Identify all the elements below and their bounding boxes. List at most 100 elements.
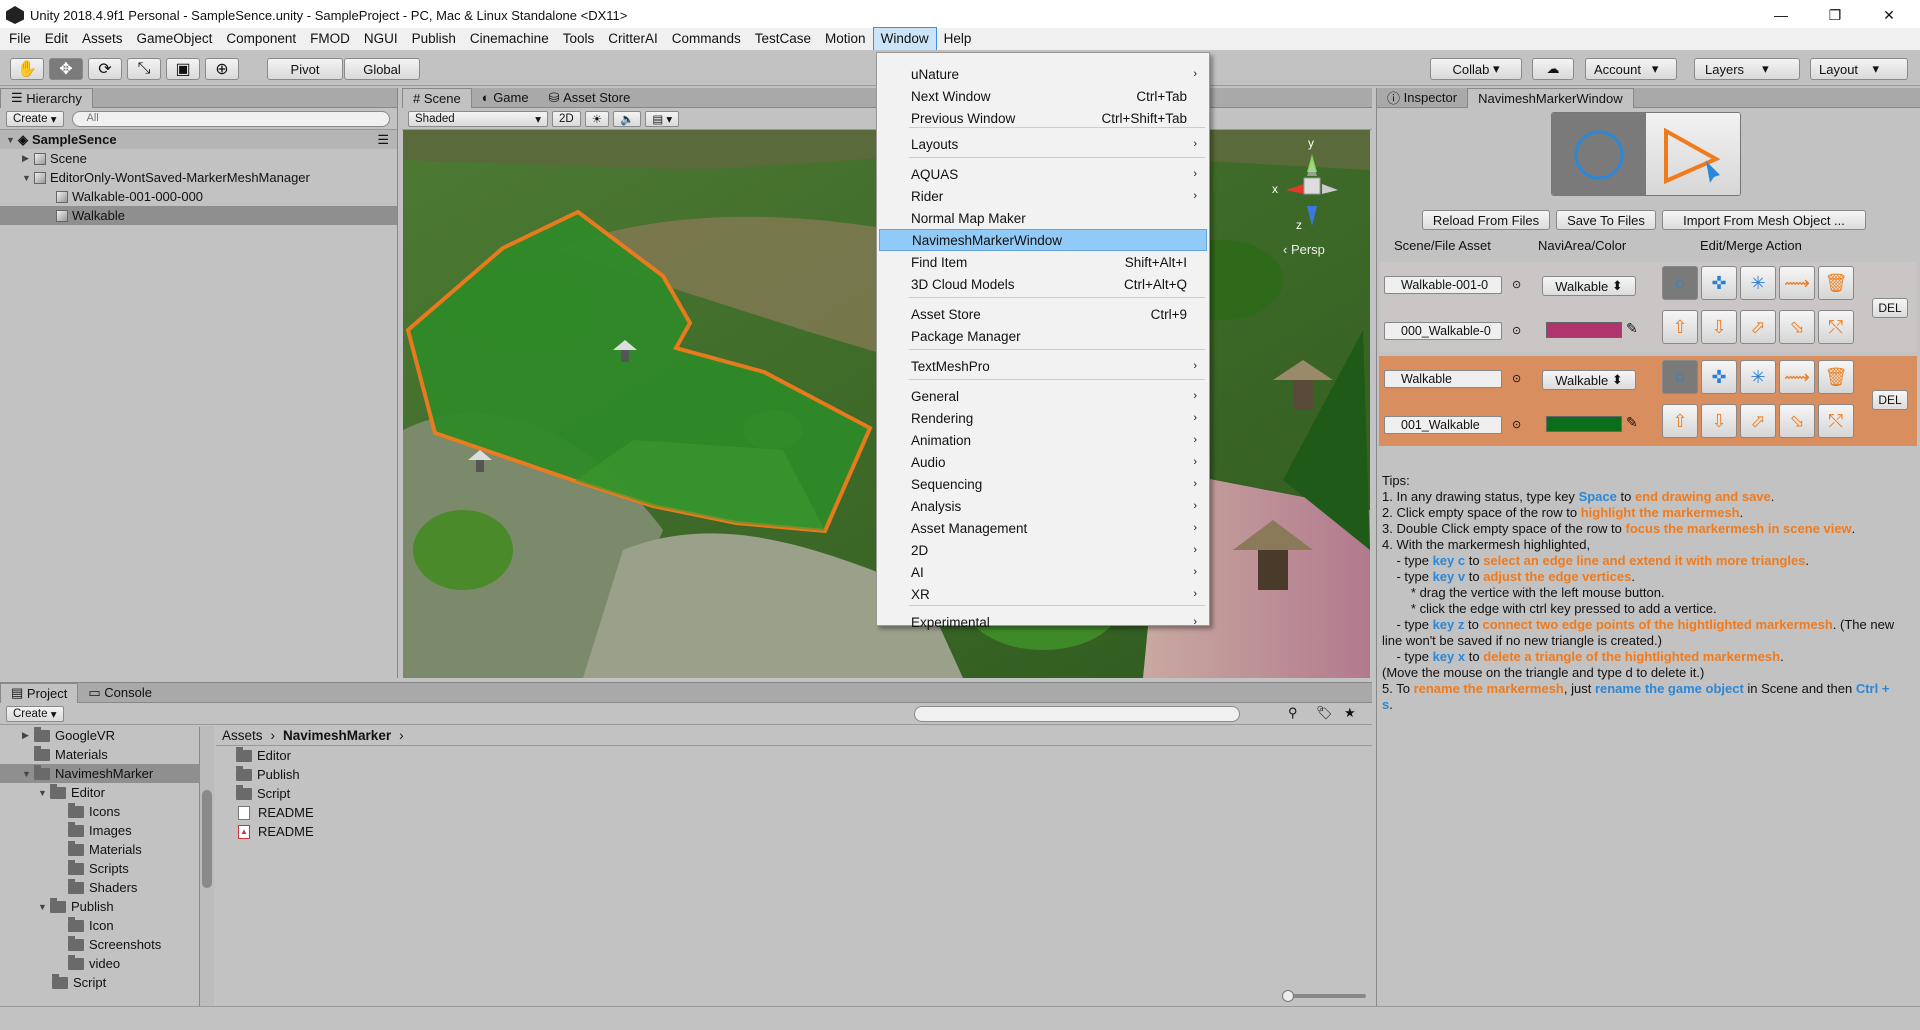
object-picker-icon[interactable]: ⊙ xyxy=(1512,372,1521,385)
object-picker-icon[interactable]: ⊙ xyxy=(1512,278,1521,291)
scene-object-field[interactable]: Walkable xyxy=(1384,370,1502,388)
window-menu-item[interactable]: Next Window Ctrl+Tab xyxy=(879,85,1207,107)
hierarchy-item-walkable[interactable]: Walkable xyxy=(0,206,397,225)
split-icon[interactable]: ⤲ xyxy=(1818,310,1854,344)
delete-row-button[interactable]: DEL xyxy=(1872,390,1908,410)
merge-right-icon[interactable]: ⬂ xyxy=(1779,404,1815,438)
window-menu-item[interactable]: General › xyxy=(879,385,1207,407)
cloud-icon[interactable]: ☁ xyxy=(1532,58,1574,80)
hierarchy-item-scene[interactable]: ▶ Scene xyxy=(0,149,397,168)
merge-left-icon[interactable]: ⬀ xyxy=(1740,310,1776,344)
window-menu-item[interactable]: Normal Map Maker xyxy=(879,207,1207,229)
toggle-2d-button[interactable]: 2D xyxy=(552,110,581,127)
folder-tree-item[interactable]: ▼ Publish xyxy=(0,897,200,916)
menu-component[interactable]: Component xyxy=(219,28,303,50)
window-menu-item[interactable]: 3D Cloud Models Ctrl+Alt+Q xyxy=(879,273,1207,295)
adjust-vertex-icon[interactable]: ✳ xyxy=(1740,266,1776,300)
lighting-toggle-icon[interactable]: ☀ xyxy=(584,110,610,127)
perspective-label[interactable]: ‹ Persp xyxy=(1283,242,1325,257)
navi-area-dropdown[interactable]: Walkable ⬍ xyxy=(1542,276,1636,296)
object-picker-icon[interactable]: ⊙ xyxy=(1512,324,1521,337)
reload-from-files-button[interactable]: Reload From Files xyxy=(1422,210,1550,230)
close-button[interactable]: ✕ xyxy=(1866,0,1912,30)
folder-tree-item[interactable]: video xyxy=(0,954,200,973)
window-menu-item[interactable]: Rider › xyxy=(879,185,1207,207)
menu-help[interactable]: Help xyxy=(937,28,979,50)
merge-left-icon[interactable]: ⬀ xyxy=(1740,404,1776,438)
connect-points-icon[interactable]: ⟿ xyxy=(1779,266,1815,300)
pivot-toggle[interactable]: Pivot xyxy=(267,58,343,80)
tab-asset-store[interactable]: ⛁ Asset Store xyxy=(539,88,641,108)
hierarchy-search-input[interactable]: All xyxy=(71,110,390,127)
audio-toggle-icon[interactable]: 🔈 xyxy=(613,110,642,127)
breadcrumb-current[interactable]: NavimeshMarker xyxy=(283,728,391,743)
folder-tree-item[interactable]: Images xyxy=(0,821,200,840)
expand-arrow-icon[interactable]: ▼ xyxy=(6,135,18,145)
extend-edge-icon[interactable]: ✜ xyxy=(1701,360,1737,394)
scale-tool-icon[interactable]: ⤡ xyxy=(127,58,161,80)
account-dropdown[interactable]: Account ▾ xyxy=(1585,58,1677,80)
merge-down-icon[interactable]: ⇩ xyxy=(1701,404,1737,438)
window-menu-item[interactable]: Experimental › xyxy=(879,611,1207,633)
merge-right-icon[interactable]: ⬂ xyxy=(1779,310,1815,344)
window-menu-item[interactable]: 2D › xyxy=(879,539,1207,561)
shading-dropdown[interactable]: Shaded ▾ xyxy=(408,110,548,127)
import-from-mesh-button[interactable]: Import From Mesh Object ... xyxy=(1662,210,1866,230)
window-menu-item[interactable]: Asset Store Ctrl+9 xyxy=(879,303,1207,325)
file-asset-field[interactable]: 001_Walkable xyxy=(1384,416,1502,434)
slider-handle[interactable] xyxy=(1282,990,1294,1002)
object-picker-icon[interactable]: ⊙ xyxy=(1512,418,1521,431)
project-create-button[interactable]: Create ▾ xyxy=(6,705,64,722)
delete-row-button[interactable]: DEL xyxy=(1872,298,1908,318)
folder-tree-item[interactable]: ▶ GoogleVR xyxy=(0,726,200,745)
breadcrumb-assets[interactable]: Assets xyxy=(222,728,263,743)
icon-size-slider[interactable] xyxy=(1282,990,1366,1002)
select-mode-icon[interactable]: ○ xyxy=(1662,266,1698,300)
favorites-star-icon[interactable]: ★ xyxy=(1344,705,1356,721)
menu-publish[interactable]: Publish xyxy=(405,28,463,50)
expand-arrow-icon[interactable]: ▼ xyxy=(38,788,50,798)
hierarchy-item-walkable-001[interactable]: Walkable-001-000-000 xyxy=(0,187,397,206)
merge-up-icon[interactable]: ⇧ xyxy=(1662,310,1698,344)
extend-edge-icon[interactable]: ✜ xyxy=(1701,266,1737,300)
eyedropper-icon[interactable]: ✎ xyxy=(1626,320,1638,337)
window-menu-item[interactable]: XR › xyxy=(879,583,1207,605)
expand-arrow-icon[interactable]: ▶ xyxy=(22,153,34,164)
tree-scrollbar-thumb[interactable] xyxy=(202,790,212,888)
scene-options-icon[interactable]: ☰ xyxy=(377,132,389,148)
folder-tree-item[interactable]: Materials xyxy=(0,745,200,764)
layers-dropdown[interactable]: Layers ▾ xyxy=(1694,58,1800,80)
delete-triangle-icon[interactable]: 🗑 xyxy=(1818,360,1854,394)
file-item-folder[interactable]: Script xyxy=(236,784,314,803)
window-menu-item[interactable]: Asset Management › xyxy=(879,517,1207,539)
menu-gameobject[interactable]: GameObject xyxy=(130,28,220,50)
axis-gizmo-icon[interactable] xyxy=(1266,138,1358,238)
window-menu-item[interactable]: Animation › xyxy=(879,429,1207,451)
minimize-button[interactable]: — xyxy=(1758,0,1804,30)
delete-triangle-icon[interactable]: 🗑 xyxy=(1818,266,1854,300)
split-icon[interactable]: ⤲ xyxy=(1818,404,1854,438)
hierarchy-create-button[interactable]: Create ▾ xyxy=(6,110,64,127)
menu-motion[interactable]: Motion xyxy=(818,28,873,50)
adjust-vertex-icon[interactable]: ✳ xyxy=(1740,360,1776,394)
rotate-tool-icon[interactable]: ⟳ xyxy=(88,58,122,80)
transform-tool-icon[interactable]: ⊕ xyxy=(205,58,239,80)
tab-scene[interactable]: # Scene xyxy=(402,87,472,108)
folder-tree-item[interactable]: Scripts xyxy=(0,859,200,878)
menu-cinemachine[interactable]: Cinemachine xyxy=(463,28,556,50)
global-toggle[interactable]: Global xyxy=(344,58,420,80)
area-color-swatch[interactable] xyxy=(1546,322,1622,338)
expand-arrow-icon[interactable]: ▼ xyxy=(38,902,50,912)
tab-console[interactable]: ▭ Console xyxy=(78,683,162,703)
menu-testcase[interactable]: TestCase xyxy=(748,28,818,50)
scene-object-field[interactable]: Walkable-001-0 xyxy=(1384,276,1502,294)
collab-dropdown[interactable]: Collab ▾ xyxy=(1430,58,1522,80)
file-item-folder[interactable]: Editor xyxy=(236,746,314,765)
tab-game[interactable]: ◐ Game xyxy=(472,88,539,108)
file-item-text[interactable]: README xyxy=(236,803,314,822)
window-menu-item[interactable]: NavimeshMarkerWindow xyxy=(879,229,1207,251)
project-search-input[interactable] xyxy=(914,706,1240,722)
effects-toggle-icon[interactable]: ▤ ▾ xyxy=(645,110,680,127)
merge-down-icon[interactable]: ⇩ xyxy=(1701,310,1737,344)
scene-root-row[interactable]: ▼ ◈ SampleSence ☰ xyxy=(0,130,397,149)
